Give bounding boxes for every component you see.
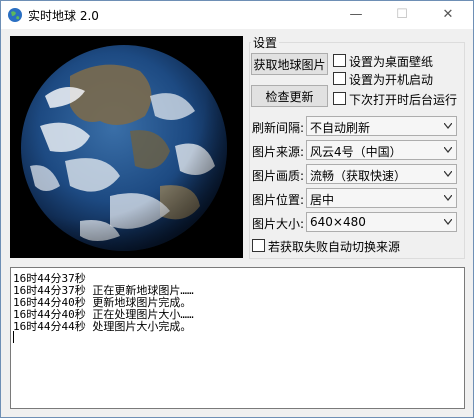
app-window: 实时地球 2.0 — ☐ ✕ 设置 获取地球图片 检查更新 设置为桌面壁纸 设置… [0,0,474,418]
select-value: 不自动刷新 [310,121,371,135]
refresh-interval-label: 刷新间隔: [252,121,305,135]
minimize-button[interactable]: — [333,1,379,29]
chevron-down-icon [444,195,452,201]
checkbox-box[interactable] [333,92,346,105]
chevron-down-icon [444,219,452,225]
image-position-select[interactable]: 居中 [306,188,457,208]
checkbox-label: 若获取失败自动切换来源 [268,240,401,254]
checkbox-label: 下次打开时后台运行 [349,93,458,107]
chevron-down-icon [444,147,452,153]
chevron-down-icon [444,123,452,129]
earth-image [10,36,243,258]
image-source-label: 图片来源: [252,145,305,159]
text-caret [13,331,14,343]
title-bar[interactable]: 实时地球 2.0 — ☐ ✕ [1,1,473,29]
select-value: 风云4号（中国） [310,145,402,159]
refresh-interval-select[interactable]: 不自动刷新 [306,116,457,136]
log-line: 16时44分44秒 处理图片大小完成。 [13,320,192,333]
close-button[interactable]: ✕ [425,1,471,29]
select-value: 居中 [310,193,335,207]
maximize-button[interactable]: ☐ [379,1,425,29]
checkbox-box[interactable] [333,54,346,67]
image-size-label: 图片大小: [252,217,305,231]
checkbox-label: 设置为桌面壁纸 [349,55,434,69]
image-quality-label: 图片画质: [252,169,305,183]
settings-group-title: 设置 [251,34,280,51]
image-source-select[interactable]: 风云4号（中国） [306,140,457,160]
select-value: 流畅（获取快速） [310,169,407,183]
image-quality-select[interactable]: 流畅（获取快速） [306,164,457,184]
image-position-label: 图片位置: [252,193,305,207]
check-update-button[interactable]: 检查更新 [251,85,328,107]
checkbox-box[interactable] [333,72,346,85]
log-textarea[interactable]: 16时44分37秒 16时44分37秒 正在更新地球图片…… 16时44分40秒… [10,267,465,409]
window-title: 实时地球 2.0 [28,9,99,23]
image-size-select[interactable]: 640×480 [306,212,457,232]
checkbox-label: 设置为开机启动 [349,73,434,87]
select-value: 640×480 [310,215,366,229]
fetch-earth-image-button[interactable]: 获取地球图片 [251,53,328,75]
checkbox-box[interactable] [252,239,265,252]
earth-app-icon [7,7,23,23]
chevron-down-icon [444,171,452,177]
